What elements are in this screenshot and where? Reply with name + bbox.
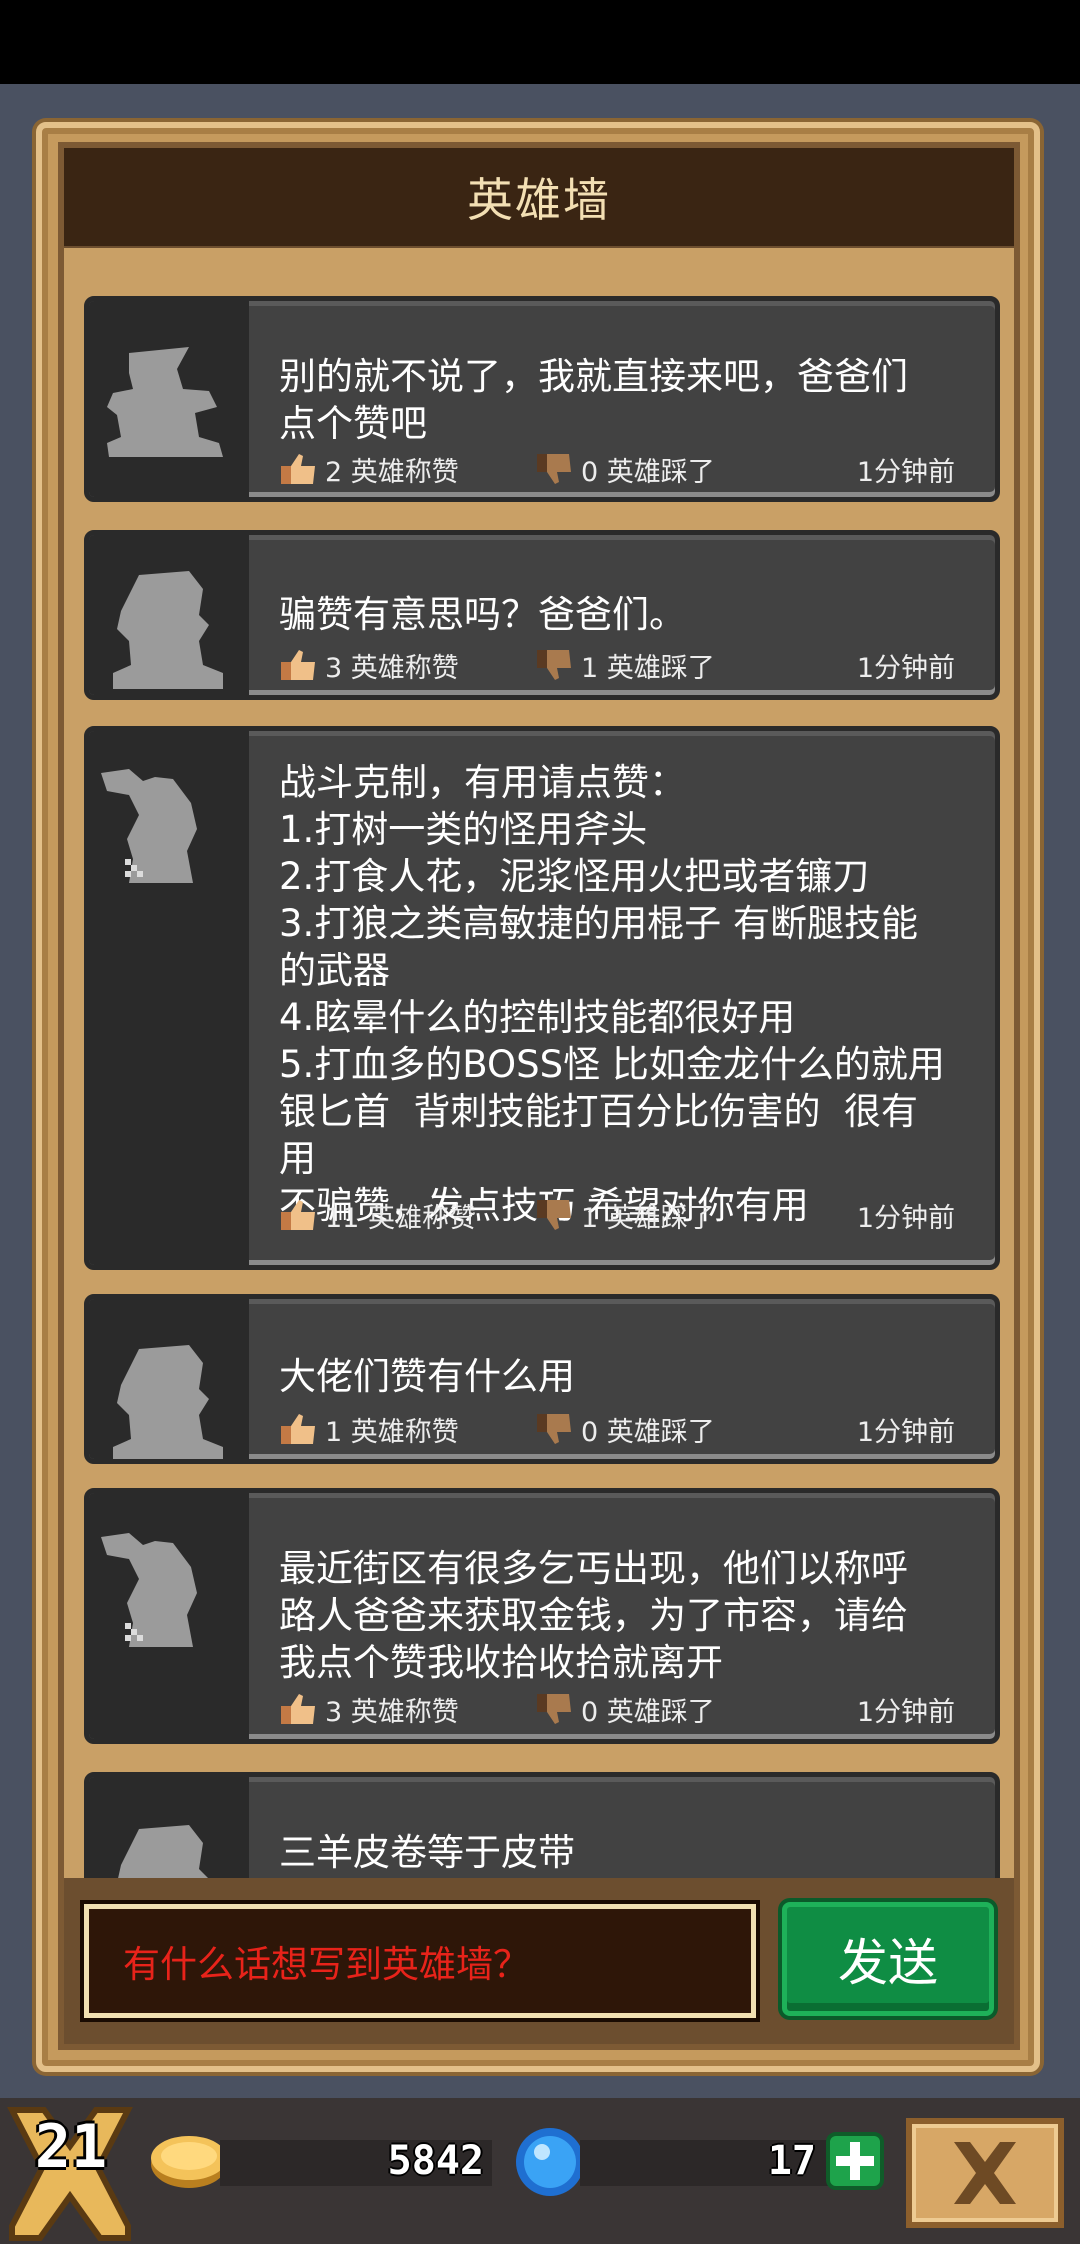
knight-silhouette-icon	[101, 1533, 197, 1647]
hooded-silhouette-icon	[118, 1825, 208, 1878]
avatar-column	[89, 731, 249, 1265]
like-count: 2 英雄称赞	[325, 456, 459, 488]
post-message: 骗赞有意思吗？爸爸们。	[279, 593, 686, 636]
plus-icon	[836, 2142, 874, 2180]
thumbs-down-icon	[537, 1414, 571, 1444]
avatar-column	[89, 1299, 249, 1459]
hooded-silhouette-icon	[113, 571, 223, 689]
post-message: 别的就不说了，我就直接来吧，爸爸们 点个赞吧	[279, 355, 908, 445]
post-meta: 3 英雄称赞 0 英雄踩了 1分钟前	[279, 1689, 955, 1729]
blue-gem-icon	[516, 2128, 584, 2196]
dislike-count: 0 英雄踩了	[581, 1696, 715, 1728]
post-list[interactable]: 别的就不说了，我就直接来吧，爸爸们 点个赞吧 2 英雄称赞 0 英雄踩了 1分钟…	[64, 248, 1014, 1878]
like-count: 11 英雄称赞	[325, 1202, 476, 1234]
like-button[interactable]: 1 英雄称赞	[279, 1410, 535, 1449]
dislike-button[interactable]: 0 英雄踩了	[535, 1410, 831, 1449]
gold-coin-icon	[151, 2136, 227, 2188]
post-message: 三羊皮卷等于皮带	[279, 1831, 575, 1874]
dislike-button[interactable]: 1 英雄踩了	[535, 646, 831, 685]
gem-count: 17	[767, 2138, 816, 2184]
post-card[interactable]: 战斗克制，有用请点赞： 1.打树一类的怪用斧头 2.打食人花，泥浆怪用火把或者镰…	[84, 726, 1000, 1270]
system-status-bar	[0, 0, 1080, 84]
thumbs-down-icon	[537, 650, 571, 680]
input-placeholder: 有什么话想写到英雄墙？	[123, 1943, 530, 1986]
player-level: 21	[34, 2112, 108, 2182]
post-time: 1分钟前	[856, 1696, 955, 1728]
post-card[interactable]: 最近街区有很多乞丐出现，他们以称呼 路人爸爸来获取金钱，为了市容，请给 我点个赞…	[84, 1488, 1000, 1744]
dislike-button[interactable]: 0 英雄踩了	[535, 450, 831, 489]
avatar-column	[89, 535, 249, 695]
post-card[interactable]: 别的就不说了，我就直接来吧，爸爸们 点个赞吧 2 英雄称赞 0 英雄踩了 1分钟…	[84, 296, 1000, 502]
post-time: 1分钟前	[856, 456, 955, 488]
like-button[interactable]: 11 英雄称赞	[279, 1196, 535, 1235]
page-title: 英雄墙	[467, 173, 611, 227]
dislike-count: 1 英雄踩了	[581, 652, 715, 684]
close-button[interactable]	[906, 2118, 1064, 2228]
like-button[interactable]: 3 英雄称赞	[279, 646, 535, 685]
post-meta: 2 英雄称赞 0 英雄踩了 1分钟前	[279, 449, 955, 489]
post-message: 大佬们赞有什么用	[279, 1355, 575, 1398]
dislike-button[interactable]: 1 英雄踩了	[535, 1196, 831, 1235]
post-time: 1分钟前	[856, 1202, 955, 1234]
post-card[interactable]: 三羊皮卷等于皮带	[84, 1772, 1000, 1878]
avatar-column	[89, 301, 249, 497]
thumbs-up-icon	[281, 1200, 315, 1230]
thumbs-down-icon	[537, 1694, 571, 1724]
send-label: 发送	[838, 1934, 938, 1992]
post-card[interactable]: 骗赞有意思吗？爸爸们。 3 英雄称赞 1 英雄踩了 1分钟前	[84, 530, 1000, 700]
message-input[interactable]: 有什么话想写到英雄墙？	[84, 1904, 756, 2018]
coin-count: 5842	[387, 2138, 484, 2184]
knight-silhouette-icon	[101, 769, 197, 883]
post-meta: 11 英雄称赞 1 英雄踩了 1分钟前	[279, 1195, 955, 1235]
like-button[interactable]: 3 英雄称赞	[279, 1690, 535, 1729]
thumbs-up-icon	[281, 650, 315, 680]
like-count: 3 英雄称赞	[325, 652, 459, 684]
dislike-count: 1 英雄踩了	[581, 1202, 715, 1234]
post-time: 1分钟前	[856, 1416, 955, 1448]
post-time: 1分钟前	[856, 652, 955, 684]
title-bar: 英雄墙	[64, 148, 1014, 246]
avatar-column	[89, 1777, 249, 1878]
add-gem-button[interactable]	[826, 2132, 884, 2190]
thumbs-up-icon	[281, 454, 315, 484]
post-message: 最近街区有很多乞丐出现，他们以称呼 路人爸爸来获取金钱，为了市容，请给 我点个赞…	[279, 1547, 908, 1684]
post-card[interactable]: 大佬们赞有什么用 1 英雄称赞 0 英雄踩了 1分钟前	[84, 1294, 1000, 1464]
thumbs-up-icon	[281, 1414, 315, 1444]
thumbs-down-icon	[537, 1200, 571, 1230]
send-button[interactable]: 发送	[782, 1902, 994, 2016]
post-meta: 1 英雄称赞 0 英雄踩了 1分钟前	[279, 1409, 955, 1449]
wizard-silhouette-icon	[107, 347, 223, 457]
thumbs-down-icon	[537, 454, 571, 484]
dislike-count: 0 英雄踩了	[581, 456, 715, 488]
dislike-count: 0 英雄踩了	[581, 1416, 715, 1448]
hooded-silhouette-icon	[113, 1345, 223, 1459]
like-count: 3 英雄称赞	[325, 1696, 459, 1728]
like-count: 1 英雄称赞	[325, 1416, 459, 1448]
close-icon	[954, 2142, 1016, 2204]
post-meta: 3 英雄称赞 1 英雄踩了 1分钟前	[279, 645, 955, 685]
avatar-column	[89, 1493, 249, 1739]
dislike-button[interactable]: 0 英雄踩了	[535, 1690, 831, 1729]
like-button[interactable]: 2 英雄称赞	[279, 450, 535, 489]
thumbs-up-icon	[281, 1694, 315, 1724]
post-message: 战斗克制，有用请点赞： 1.打树一类的怪用斧头 2.打食人花，泥浆怪用火把或者镰…	[279, 761, 945, 1227]
